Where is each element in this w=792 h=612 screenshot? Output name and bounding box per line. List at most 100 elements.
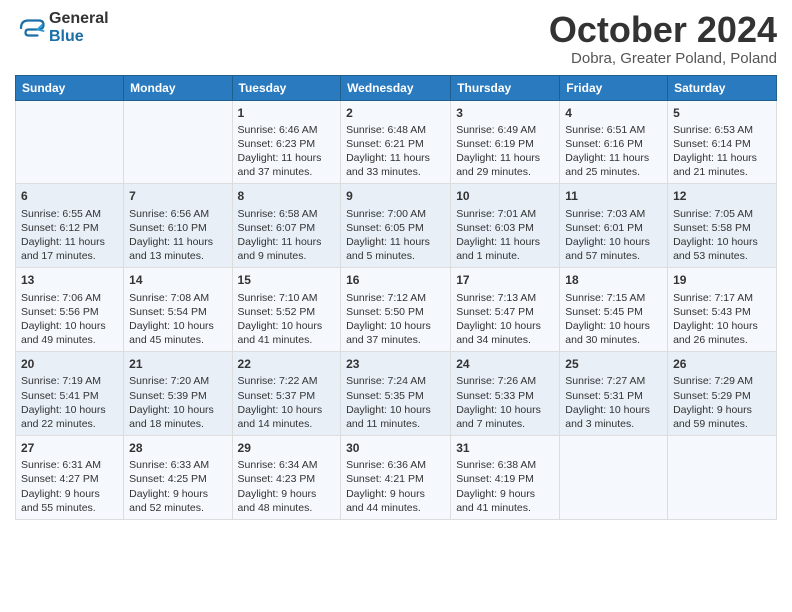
calendar-cell: 5Sunrise: 6:53 AMSunset: 6:14 PMDaylight… [668,100,777,184]
day-info: Sunrise: 6:31 AM [21,458,118,472]
title-location: Dobra, Greater Poland, Poland [549,50,777,67]
day-info: Sunset: 5:56 PM [21,305,118,319]
day-info: Sunrise: 7:10 AM [238,291,336,305]
day-info: Sunset: 6:19 PM [456,137,554,151]
calendar-cell: 4Sunrise: 6:51 AMSunset: 6:16 PMDaylight… [560,100,668,184]
header-sunday: Sunday [16,75,124,100]
day-number: 28 [129,440,226,456]
calendar-cell: 24Sunrise: 7:26 AMSunset: 5:33 PMDayligh… [451,352,560,436]
day-info: Sunrise: 7:27 AM [565,374,662,388]
header-saturday: Saturday [668,75,777,100]
day-info: Daylight: 11 hours and 5 minutes. [346,235,445,263]
day-number: 6 [21,188,118,204]
day-number: 10 [456,188,554,204]
day-number: 12 [673,188,771,204]
header-tuesday: Tuesday [232,75,341,100]
day-info: Sunset: 5:39 PM [129,389,226,403]
day-info: Sunset: 5:52 PM [238,305,336,319]
day-info: Daylight: 10 hours and 41 minutes. [238,319,336,347]
day-info: Sunset: 6:14 PM [673,137,771,151]
day-info: Sunrise: 7:08 AM [129,291,226,305]
calendar-cell: 21Sunrise: 7:20 AMSunset: 5:39 PMDayligh… [124,352,232,436]
day-info: Sunset: 5:50 PM [346,305,445,319]
calendar-cell: 7Sunrise: 6:56 AMSunset: 6:10 PMDaylight… [124,184,232,268]
day-number: 17 [456,272,554,288]
day-info: Sunset: 5:45 PM [565,305,662,319]
day-info: Daylight: 10 hours and 18 minutes. [129,403,226,431]
header-wednesday: Wednesday [341,75,451,100]
day-number: 27 [21,440,118,456]
week-row-1: 1Sunrise: 6:46 AMSunset: 6:23 PMDaylight… [16,100,777,184]
calendar-cell: 6Sunrise: 6:55 AMSunset: 6:12 PMDaylight… [16,184,124,268]
day-info: Sunrise: 7:29 AM [673,374,771,388]
day-number: 13 [21,272,118,288]
day-info: Daylight: 11 hours and 17 minutes. [21,235,118,263]
day-info: Sunset: 5:43 PM [673,305,771,319]
header-monday: Monday [124,75,232,100]
day-info: Daylight: 11 hours and 25 minutes. [565,151,662,179]
week-row-3: 13 Sunrise: 7:06 AMSunset: 5:56 PM Dayligh… [16,268,777,352]
day-number: 21 [129,356,226,372]
calendar-cell: 9Sunrise: 7:00 AMSunset: 6:05 PMDaylight… [341,184,451,268]
calendar-cell [668,436,777,520]
day-info: Sunrise: 6:38 AM [456,458,554,472]
day-info: Sunset: 5:37 PM [238,389,336,403]
day-info: Daylight: 11 hours and 33 minutes. [346,151,445,179]
day-info: Daylight: 9 hours and 48 minutes. [238,487,336,515]
day-number: 19 [673,272,771,288]
day-info: Sunset: 6:01 PM [565,221,662,235]
day-info: Sunrise: 6:53 AM [673,123,771,137]
day-info: Sunrise: 6:34 AM [238,458,336,472]
day-info: Daylight: 10 hours and 22 minutes. [21,403,118,431]
day-info: Sunrise: 6:49 AM [456,123,554,137]
day-info: Daylight: 10 hours and 45 minutes. [129,319,226,347]
day-info: Daylight: 10 hours and 26 minutes. [673,319,771,347]
day-info: Sunrise: 6:33 AM [129,458,226,472]
day-number: 4 [565,105,662,121]
calendar-cell: 14Sunrise: 7:08 AMSunset: 5:54 PMDayligh… [124,268,232,352]
week-row-2: 6Sunrise: 6:55 AMSunset: 6:12 PMDaylight… [16,184,777,268]
day-info: Daylight: 10 hours and 53 minutes. [673,235,771,263]
logo-blue: Blue [49,28,109,46]
day-info: Sunrise: 7:01 AM [456,207,554,221]
day-info: Sunrise: 7:26 AM [456,374,554,388]
day-info: Sunrise: 7:24 AM [346,374,445,388]
calendar-cell: 2Sunrise: 6:48 AMSunset: 6:21 PMDaylight… [341,100,451,184]
day-info: Sunrise: 6:36 AM [346,458,445,472]
day-info: Daylight: 11 hours and 1 minute. [456,235,554,263]
title-block: October 2024 Dobra, Greater Poland, Pola… [549,10,777,67]
day-info: Sunrise: 7:22 AM [238,374,336,388]
calendar-cell: 20Sunrise: 7:19 AMSunset: 5:41 PMDayligh… [16,352,124,436]
day-info: Daylight: 10 hours and 7 minutes. [456,403,554,431]
calendar-cell: 1Sunrise: 6:46 AMSunset: 6:23 PMDaylight… [232,100,341,184]
day-info: Sunset: 5:31 PM [565,389,662,403]
calendar-cell: 19Sunrise: 7:17 AMSunset: 5:43 PMDayligh… [668,268,777,352]
calendar-cell: 10 Sunrise: 7:01 AMSunset: 6:03 PMDayligh… [451,184,560,268]
day-info: Sunset: 4:19 PM [456,472,554,486]
day-number: 26 [673,356,771,372]
day-info: Daylight: 10 hours and 11 minutes. [346,403,445,431]
day-number: 7 [129,188,226,204]
day-number: 18 [565,272,662,288]
calendar-cell: 8Sunrise: 6:58 AMSunset: 6:07 PMDaylight… [232,184,341,268]
calendar-cell: 15Sunrise: 7:10 AMSunset: 5:52 PMDayligh… [232,268,341,352]
calendar-cell: 26Sunrise: 7:29 AMSunset: 5:29 PMDayligh… [668,352,777,436]
day-number: 3 [456,105,554,121]
day-info: Sunset: 5:41 PM [21,389,118,403]
calendar-cell: 31Sunrise: 6:38 AMSunset: 4:19 PMDayligh… [451,436,560,520]
logo: General Blue [15,10,109,45]
day-number: 24 [456,356,554,372]
calendar-cell: 22Sunrise: 7:22 AMSunset: 5:37 PMDayligh… [232,352,341,436]
calendar-cell: 11Sunrise: 7:03 AMSunset: 6:01 PMDayligh… [560,184,668,268]
title-month: October 2024 [549,10,777,50]
day-info: Sunset: 6:05 PM [346,221,445,235]
day-number: 20 [21,356,118,372]
day-info: Daylight: 11 hours and 9 minutes. [238,235,336,263]
day-number: 9 [346,188,445,204]
day-info: Daylight: 9 hours and 55 minutes. [21,487,118,515]
day-info: Sunset: 6:03 PM [456,221,554,235]
calendar-cell: 17Sunrise: 7:13 AMSunset: 5:47 PMDayligh… [451,268,560,352]
day-info: Sunrise: 7:06 AM [21,291,118,305]
day-number: 25 [565,356,662,372]
day-info: Sunrise: 7:05 AM [673,207,771,221]
